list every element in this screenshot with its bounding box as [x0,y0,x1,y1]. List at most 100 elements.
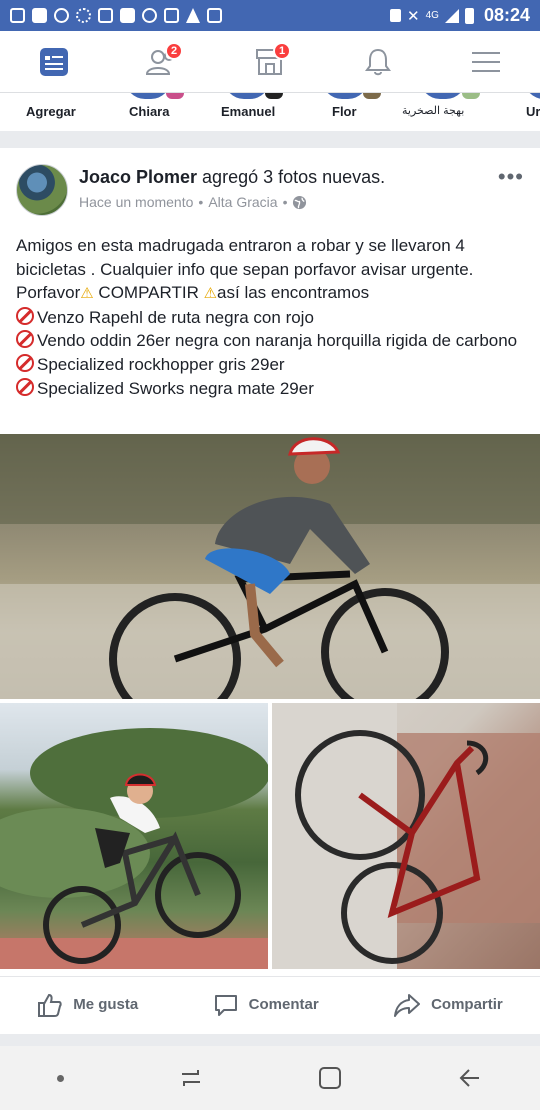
marketplace-badge: 1 [273,41,291,60]
status-bar: ✕ 4G 08:24 [0,0,540,31]
story-label: Chiara [129,104,170,119]
story-avatar [420,93,466,99]
post-options-icon[interactable]: ••• [498,164,524,190]
list-item: Specialized rockhopper gris 29er [16,353,524,377]
story-arabic[interactable]: بهجة الصخرية [398,93,488,131]
post-title: Joaco Plomer agregó 3 fotos nuevas. [79,167,385,188]
tab-notifications[interactable] [353,40,403,84]
like-button[interactable]: Me gusta [37,992,138,1018]
lock-icon [390,9,402,22]
ig-tv-icon [164,8,179,23]
news-feed-icon [40,47,68,76]
post-time[interactable]: Hace un momento [79,194,193,210]
navigation-icon [186,8,200,23]
list-item-text: Venzo Rapehl de ruta negra con rojo [37,307,314,327]
post-meta: Hace un momento • Alta Gracia • [79,194,307,210]
story-label: Emanuel [221,104,276,119]
comment-icon [214,994,237,1016]
story-avatar [322,93,368,99]
story-label: Ur [526,104,540,119]
author-avatar[interactable] [16,164,68,216]
story-avatar [125,93,171,99]
list-item-text: Specialized rockhopper gris 29er [37,354,285,374]
tab-news-feed[interactable] [29,40,79,84]
story-label: Flor [332,104,357,119]
signal-icon [444,8,459,23]
share-button[interactable]: Compartir [393,992,503,1018]
whatsapp-icon [142,8,157,23]
comment-button[interactable]: Comentar [213,992,319,1018]
nav-dot-icon[interactable] [56,1074,64,1082]
whatsapp-icon [54,8,69,23]
post-photo-1[interactable] [0,434,540,699]
post-text-compartir: COMPARTIR [93,283,204,303]
tab-friend-requests[interactable]: 2 [137,40,187,84]
home-icon[interactable] [317,1065,343,1091]
cyclist-photo [0,434,540,699]
prohibited-icon [16,330,34,349]
comment-label: Comentar [248,996,319,1013]
post-location[interactable]: Alta Gracia [208,194,277,210]
back-icon[interactable] [457,1066,483,1090]
stories-strip[interactable]: Agregar Chiara Emanuel Flor بهجة الصخرية… [0,93,540,131]
boy-jump-photo [0,728,268,969]
notification-icons [10,8,222,23]
story-label: بهجة الصخرية [402,105,465,117]
top-nav: 2 1 [0,31,540,93]
warning-icon: ⚠ [80,285,94,303]
system-navigation-bar [0,1046,540,1110]
list-item: Specialized Sworks negra mate 29er [16,377,524,401]
like-label: Me gusta [73,996,139,1013]
list-item-text: Vendo oddin 26er negra con naranja horqu… [37,331,518,351]
weather-icon [76,8,91,23]
post-photo-2[interactable] [0,703,268,969]
post-paragraph: Amigos en esta madrugada entraron a roba… [16,236,474,279]
post-photo-3[interactable] [272,703,540,969]
facebook-icon [120,8,135,23]
hamburger-menu-icon [472,51,500,72]
story-flor[interactable]: Flor [315,93,381,131]
feed-post: Joaco Plomer agregó 3 fotos nuevas. Hace… [0,148,540,1034]
feed-separator [0,131,540,148]
story-emanuel[interactable]: Emanuel [215,93,283,131]
instagram-icon [98,8,113,23]
author-name[interactable]: Joaco Plomer [79,167,197,187]
story-avatar-thumb [363,93,381,99]
instagram-icon [10,8,25,23]
story-avatar-thumb [166,93,184,99]
prohibited-icon [16,377,34,396]
post-paragraph: Porfavor⚠ COMPARTIR ⚠así las encontramos [16,281,524,306]
list-item-text: Specialized Sworks negra mate 29er [37,378,314,398]
thumbs-up-icon [38,993,62,1017]
post-text-porfavor: Porfavor [16,283,81,303]
meta-separator: • [198,194,204,210]
list-item: Vendo oddin 26er negra con naranja horqu… [16,329,524,353]
story-avatar [524,93,540,99]
prohibited-icon [16,306,34,325]
story-avatar-thumb [462,93,480,99]
post-action-text: agregó 3 fotos nuevas. [197,167,386,187]
warning-icon: ⚠ [203,285,218,303]
list-item: Venzo Rapehl de ruta negra con rojo [16,306,524,330]
post-text-encontramos: así las encontramos [217,283,370,303]
story-chiara[interactable]: Chiara [118,93,184,131]
hanging-bike-photo [272,703,540,969]
post-body: Amigos en esta madrugada entraron a roba… [16,234,524,400]
story-avatar [224,93,270,99]
post-actions: Me gusta Comentar Compartir [0,976,540,1032]
story-partial[interactable]: Ur [518,93,540,131]
mute-icon: ✕ [407,7,420,25]
tab-marketplace[interactable]: 1 [245,40,295,84]
prohibited-icon [16,353,34,372]
friends-badge: 2 [165,41,183,60]
facebook-icon [32,8,47,23]
tab-menu[interactable] [461,40,511,84]
clock: 08:24 [483,5,530,25]
recents-icon[interactable] [178,1066,204,1090]
story-add[interactable]: Agregar [18,93,80,131]
network-label: 4G [425,10,439,21]
meta-separator: • [282,194,288,210]
globe-icon [293,195,307,209]
story-avatar-thumb [265,93,283,99]
battery-icon [464,7,474,24]
